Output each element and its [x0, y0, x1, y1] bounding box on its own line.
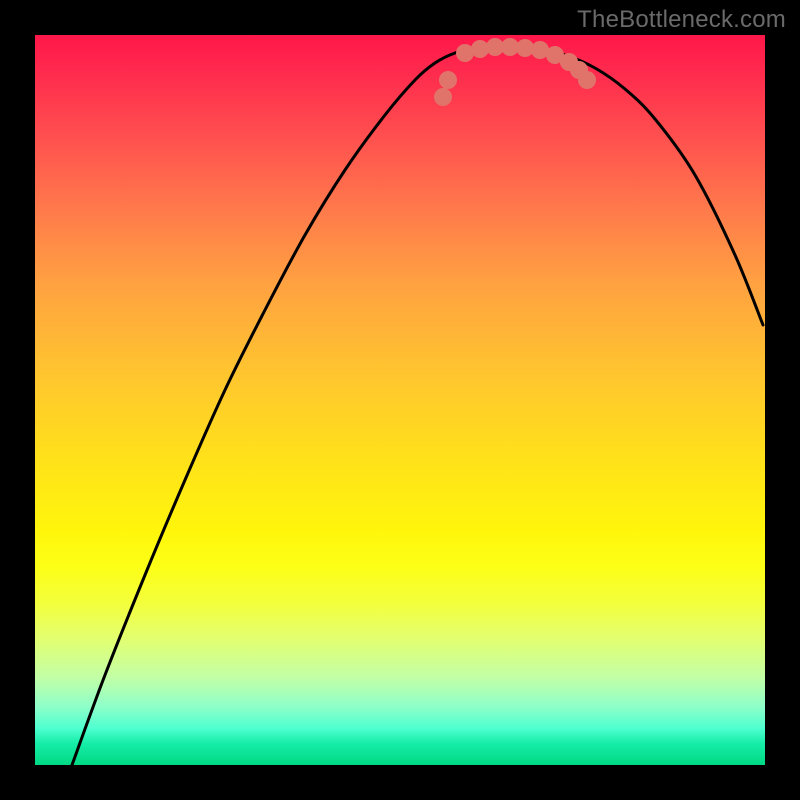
- highlight-marker: [578, 71, 596, 89]
- bottleneck-curve-svg: [35, 35, 765, 765]
- watermark-text: TheBottleneck.com: [577, 6, 786, 34]
- highlight-markers: [434, 38, 596, 106]
- highlight-marker: [434, 88, 452, 106]
- highlight-marker: [439, 71, 457, 89]
- bottleneck-curve-path: [72, 46, 763, 765]
- chart-frame: TheBottleneck.com: [0, 0, 800, 800]
- plot-area: [35, 35, 765, 765]
